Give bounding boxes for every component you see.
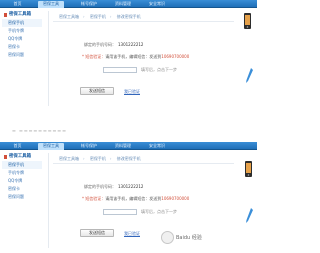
phone-input[interactable] — [103, 209, 137, 215]
current-phone-value: 1301222212 — [118, 42, 144, 47]
breadcrumb-item[interactable]: 密保手机 — [90, 14, 106, 19]
breadcrumb-item: 修改密保手机 — [116, 14, 141, 19]
verify-code: 发送到 — [149, 54, 162, 59]
sidebar-item-qq-token[interactable]: QQ令牌 — [2, 177, 42, 185]
sidebar-item-phone-token[interactable]: 手机令牌 — [2, 169, 42, 177]
sidebar: 密保工具箱 密保手机 手机令牌 QQ令牌 密保卡 密保问题 — [2, 11, 42, 111]
nav-tab-account-protection[interactable]: 帐号保护 — [76, 143, 102, 149]
current-phone-label: 绑定的手机号码： — [84, 184, 116, 189]
nav-tab-profile[interactable]: 资料管理 — [110, 143, 136, 149]
current-phone-row: 绑定的手机号码： 1301222212 — [84, 184, 143, 190]
nav-tab-security-tools[interactable]: 密保工具 — [38, 143, 64, 150]
nav-tab-security-tools[interactable]: 密保工具 — [38, 1, 64, 8]
phone-input[interactable] — [103, 67, 137, 73]
breadcrumb-item: 修改密保手机 — [116, 156, 141, 161]
sidebar-item-phone-token[interactable]: 手机令牌 — [2, 27, 42, 35]
verify-label: * 短信验证： — [82, 54, 106, 59]
watermark-text: Baidu 经验 — [176, 235, 202, 241]
divider — [53, 163, 234, 164]
sidebar-item-phone[interactable]: 密保手机 — [2, 19, 42, 27]
sidebar: 密保工具箱 密保手机 手机令牌 QQ令牌 密保卡 密保问题 — [2, 153, 42, 253]
sidebar-item-qq-token[interactable]: QQ令牌 — [2, 35, 42, 43]
verify-code: 发送到 — [149, 196, 162, 201]
sidebar-item-security-question[interactable]: 密保问题 — [2, 51, 42, 59]
breadcrumb-item[interactable]: 密保手机 — [90, 156, 106, 161]
breadcrumb-item[interactable]: 密保工具箱 — [59, 14, 79, 19]
sidebar-title: 密保工具箱 — [2, 153, 42, 161]
panel-top: 首页 密保工具 帐号保护 资料管理 安全常识 密保工具箱 密保手机 手机令牌 Q… — [0, 0, 257, 110]
verify-text: 请用该手机，编辑短信： — [105, 196, 150, 201]
top-navigation: 首页 密保工具 帐号保护 资料管理 安全常识 — [0, 142, 257, 150]
submit-button[interactable]: 发送短信 — [80, 229, 114, 237]
sidebar-item-security-card[interactable]: 密保卡 — [2, 43, 42, 51]
verify-row: * 短信验证：请用该手机，编辑短信：发送到10690700000 — [82, 196, 189, 202]
nav-tab-security-tips[interactable]: 安全常识 — [144, 143, 170, 149]
current-phone-value: 1301222212 — [118, 184, 144, 189]
watermark-logo-icon — [161, 231, 174, 244]
divider — [53, 21, 234, 22]
breadcrumb: 密保工具箱 › 密保手机 › 修改密保手机 — [59, 156, 141, 161]
top-navigation: 首页 密保工具 帐号保护 资料管理 安全常识 — [0, 0, 257, 8]
nav-tab-home[interactable]: 首页 — [10, 1, 25, 7]
sidebar-title: 密保工具箱 — [2, 11, 42, 19]
current-phone-row: 绑定的手机号码： 1301222212 — [84, 42, 143, 48]
toolbar-strip: ▬ ▬▬▬▬▬▬▬▬▬▬ — [12, 128, 67, 133]
breadcrumb-item[interactable]: 密保工具箱 — [59, 156, 79, 161]
phone-icon — [245, 161, 252, 177]
phone-input-row: 填写后，点击下一步 — [103, 209, 177, 215]
verify-row: * 短信验证：请用该手机，编辑短信：发送到10690700000 — [82, 54, 189, 60]
current-phone-label: 绑定的手机号码： — [84, 42, 116, 47]
sidebar-item-security-question[interactable]: 密保问题 — [2, 193, 42, 201]
phone-input-row: 填写后，点击下一步 — [103, 67, 177, 73]
sidebar-item-phone[interactable]: 密保手机 — [2, 161, 42, 169]
verify-link[interactable]: 我已验证 — [124, 89, 140, 95]
verify-link[interactable]: 我已验证 — [124, 231, 140, 237]
nav-tab-profile[interactable]: 资料管理 — [110, 1, 136, 7]
nav-tab-account-protection[interactable]: 帐号保护 — [76, 1, 102, 7]
verify-text: 请用该手机，编辑短信： — [105, 54, 150, 59]
submit-button[interactable]: 发送短信 — [80, 87, 114, 95]
phone-hint: 填写后，点击下一步 — [141, 67, 177, 72]
verify-label: * 短信验证： — [82, 196, 106, 201]
pen-icon — [246, 68, 253, 83]
breadcrumb: 密保工具箱 › 密保手机 › 修改密保手机 — [59, 14, 141, 19]
sidebar-item-security-card[interactable]: 密保卡 — [2, 185, 42, 193]
pen-icon — [246, 208, 253, 223]
phone-hint: 填写后，点击下一步 — [141, 209, 177, 214]
panel-bottom: 首页 密保工具 帐号保护 资料管理 安全常识 密保工具箱 密保手机 手机令牌 Q… — [0, 142, 257, 252]
separator-gap: ▬ ▬▬▬▬▬▬▬▬▬▬ — [0, 110, 257, 142]
verify-number: 10690700000 — [161, 196, 190, 201]
verify-number: 10690700000 — [161, 54, 190, 59]
phone-icon — [244, 13, 251, 29]
nav-tab-security-tips[interactable]: 安全常识 — [144, 1, 170, 7]
nav-tab-home[interactable]: 首页 — [10, 143, 25, 149]
